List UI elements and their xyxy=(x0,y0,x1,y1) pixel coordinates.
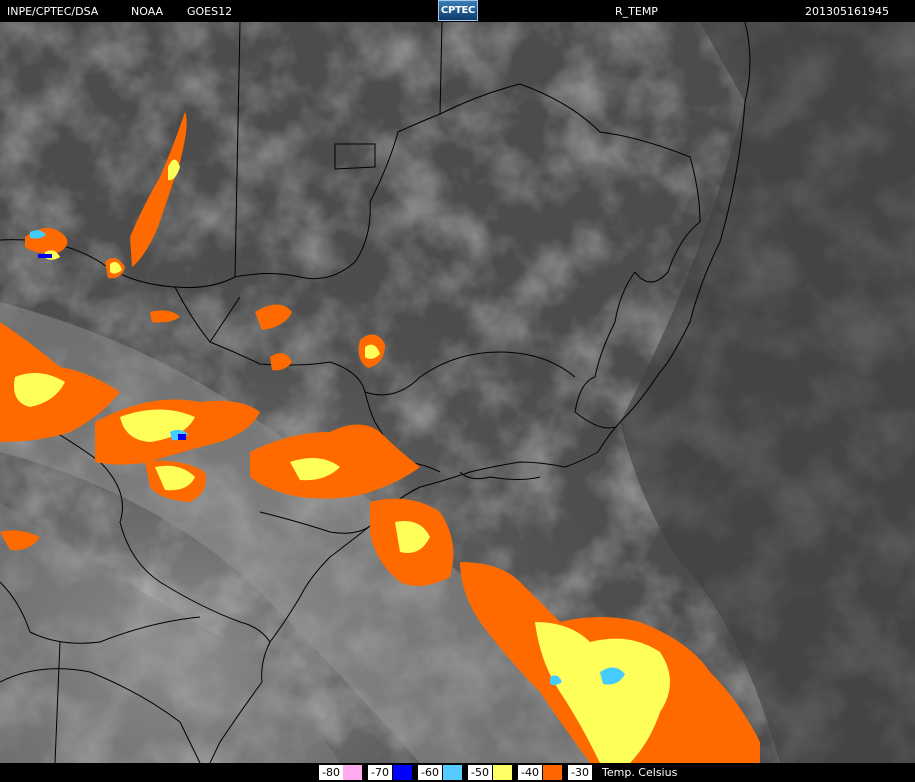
cptec-logo: CPTEC xyxy=(438,0,478,21)
legend-title: Temp. Celsius xyxy=(602,766,678,779)
header-bar: INPE/CPTEC/DSA NOAA GOES12 CPTEC R_TEMP … xyxy=(0,0,915,22)
legend-swatch-2 xyxy=(393,765,412,780)
legend-label-3: -60 xyxy=(418,765,442,780)
satellite-map xyxy=(0,22,915,763)
legend-label-1: -80 xyxy=(319,765,343,780)
legend-swatch-1 xyxy=(343,765,362,780)
legend-label-2: -70 xyxy=(368,765,392,780)
legend-swatch-5 xyxy=(543,765,562,780)
legend-label-4: -50 xyxy=(468,765,492,780)
temperature-legend: -80 -70 -60 -50 -40 -30 Temp. Celsius xyxy=(0,763,915,782)
legend-swatch-3 xyxy=(443,765,462,780)
legend-label-5: -40 xyxy=(518,765,542,780)
timestamp-label: 201305161945 xyxy=(805,5,889,18)
product-label: R_TEMP xyxy=(615,5,658,18)
satellite-label: GOES12 xyxy=(187,5,233,18)
legend-swatch-4 xyxy=(493,765,512,780)
legend-label-6: -30 xyxy=(568,765,592,780)
source-label: INPE/CPTEC/DSA xyxy=(7,5,99,18)
agency-label: NOAA xyxy=(131,5,164,18)
